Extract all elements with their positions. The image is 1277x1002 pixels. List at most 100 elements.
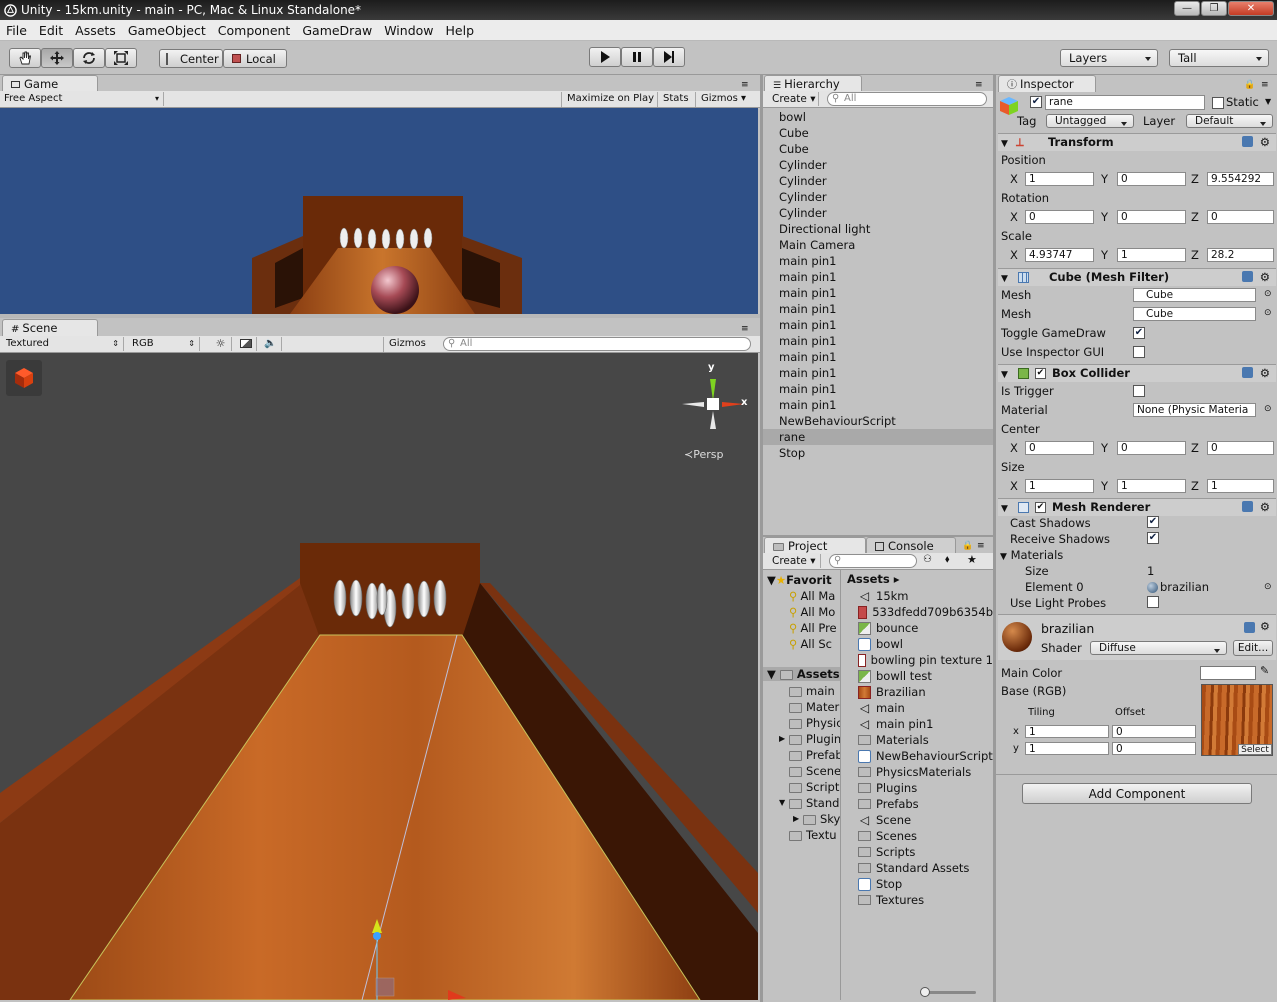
favorite-star-icon[interactable]: ★: [967, 553, 977, 566]
hierarchy-item[interactable]: main pin1: [763, 349, 993, 365]
minimize-button[interactable]: —: [1174, 1, 1200, 16]
box-collider-header[interactable]: ▼ ✔ Box Collider ⚙: [998, 364, 1276, 382]
icon-size-slider[interactable]: [922, 991, 976, 994]
folder-tree-item[interactable]: Textu: [763, 827, 840, 843]
asset-item[interactable]: Materials: [842, 732, 993, 748]
asset-item[interactable]: bowll test: [842, 668, 993, 684]
help-book-icon[interactable]: [1242, 136, 1253, 147]
gear-icon[interactable]: ⚙: [1260, 365, 1270, 382]
rotation-z-field[interactable]: 0: [1207, 210, 1274, 224]
gear-icon[interactable]: ⚙: [1260, 269, 1270, 286]
asset-item[interactable]: NewBehaviourScript: [842, 748, 993, 764]
projection-label[interactable]: ≺Persp: [684, 448, 723, 461]
tiling-y-field[interactable]: 1: [1025, 742, 1109, 755]
hierarchy-item[interactable]: Cylinder: [763, 173, 993, 189]
asset-item[interactable]: 533dfedd709b6354b: [842, 604, 993, 620]
rotate-tool-button[interactable]: [73, 48, 105, 68]
mesh-renderer-enabled-checkbox[interactable]: ✔: [1034, 502, 1046, 513]
expand-arrow-icon[interactable]: ▶: [779, 731, 785, 747]
favorite-item[interactable]: ⚲ All Mo: [789, 604, 837, 620]
scale-x-field[interactable]: 4.93747: [1025, 248, 1094, 262]
hierarchy-item[interactable]: main pin1: [763, 269, 993, 285]
asset-item[interactable]: bowl: [842, 636, 993, 652]
collider-material-field[interactable]: None (Physic Materia: [1133, 403, 1256, 417]
panel-menu-icon[interactable]: ≡: [1261, 80, 1269, 90]
toggle-gamedraw-checkbox[interactable]: ✔: [1133, 327, 1145, 339]
hierarchy-item[interactable]: Cube: [763, 125, 993, 141]
object-picker-icon[interactable]: ⊙: [1264, 582, 1272, 592]
hierarchy-item[interactable]: Main Camera: [763, 237, 993, 253]
hierarchy-item[interactable]: main pin1: [763, 317, 993, 333]
hierarchy-item[interactable]: NewBehaviourScript: [763, 413, 993, 429]
asset-item[interactable]: ◁ main pin1: [842, 716, 993, 732]
hierarchy-search-input[interactable]: ⚲ All: [827, 92, 987, 106]
expand-arrow-icon[interactable]: ▶: [793, 811, 799, 827]
menu-file[interactable]: File: [0, 23, 33, 38]
gameobject-active-checkbox[interactable]: ✔: [1030, 96, 1042, 108]
object-picker-icon[interactable]: ⊙: [1264, 308, 1272, 318]
pause-button[interactable]: [621, 47, 653, 67]
size-x-field[interactable]: 1: [1025, 479, 1094, 493]
lock-icon[interactable]: 🔒: [962, 541, 973, 551]
scene-camera-cube[interactable]: [6, 360, 42, 396]
hierarchy-item[interactable]: Directional light: [763, 221, 993, 237]
offset-x-field[interactable]: 0: [1112, 725, 1196, 738]
rotation-x-field[interactable]: 0: [1025, 210, 1094, 224]
use-inspector-gui-checkbox[interactable]: [1133, 346, 1145, 358]
gear-icon[interactable]: ⚙: [1260, 499, 1270, 516]
asset-item[interactable]: bowling pin texture 1: [842, 652, 993, 668]
eyedropper-icon[interactable]: ✎: [1260, 664, 1269, 677]
hierarchy-item[interactable]: main pin1: [763, 333, 993, 349]
project-search-input[interactable]: ⚲: [829, 554, 917, 568]
tab-inspector[interactable]: ⓘ Inspector: [998, 75, 1096, 93]
help-book-icon[interactable]: [1242, 501, 1253, 512]
folder-tree-item[interactable]: Scene: [763, 763, 840, 779]
scene-search-input[interactable]: ⚲ All: [443, 337, 751, 351]
texture-select-button[interactable]: Select: [1238, 744, 1272, 755]
help-book-icon[interactable]: [1244, 622, 1255, 633]
expand-arrow-icon[interactable]: ▼: [779, 795, 785, 811]
hierarchy-item[interactable]: main pin1: [763, 301, 993, 317]
center-x-field[interactable]: 0: [1025, 441, 1094, 455]
object-picker-icon[interactable]: ⊙: [1264, 404, 1272, 414]
play-button[interactable]: [589, 47, 621, 67]
position-y-field[interactable]: 0: [1117, 172, 1186, 186]
scene-audio-toggle[interactable]: 🔈: [260, 337, 282, 351]
favorites-header[interactable]: ▼★Favorit: [767, 573, 832, 587]
shader-edit-button[interactable]: Edit...: [1233, 640, 1273, 656]
static-dropdown-arrow-icon[interactable]: ▼: [1265, 97, 1271, 106]
element0-field[interactable]: brazilian: [1147, 580, 1209, 594]
materials-foldout[interactable]: ▼ Materials: [1000, 548, 1063, 562]
aspect-dropdown[interactable]: Free Aspect ▾: [4, 92, 164, 106]
add-component-button[interactable]: Add Component: [1022, 783, 1252, 804]
hierarchy-item[interactable]: rane: [763, 429, 993, 445]
maximize-button[interactable]: ❐: [1201, 1, 1227, 16]
render-mode-dropdown[interactable]: Textured ⇕: [6, 337, 124, 351]
folder-tree-item[interactable]: ▶ Sky: [763, 811, 840, 827]
hierarchy-item[interactable]: main pin1: [763, 381, 993, 397]
scene-viewport[interactable]: y x ≺Persp: [0, 353, 758, 1000]
pivot-local-button[interactable]: Local: [223, 49, 287, 68]
center-z-field[interactable]: 0: [1207, 441, 1274, 455]
scene-lighting-toggle[interactable]: ☼: [210, 337, 232, 351]
lock-icon[interactable]: 🔒: [1244, 80, 1255, 90]
hierarchy-item[interactable]: main pin1: [763, 365, 993, 381]
menu-assets[interactable]: Assets: [69, 23, 122, 38]
menu-help[interactable]: Help: [440, 23, 481, 38]
asset-item[interactable]: Scripts: [842, 844, 993, 860]
stats-button[interactable]: Stats: [657, 92, 694, 107]
asset-item[interactable]: ◁ 15km: [842, 588, 993, 604]
asset-item[interactable]: bounce: [842, 620, 993, 636]
folder-tree-item[interactable]: ▼ Stand: [763, 795, 840, 811]
static-checkbox[interactable]: [1212, 97, 1224, 109]
position-z-field[interactable]: 9.554292: [1207, 172, 1274, 186]
icon-size-slider-thumb[interactable]: [920, 987, 930, 997]
filter-label-icon[interactable]: ⬧: [945, 554, 950, 565]
panel-splitter[interactable]: [0, 314, 760, 318]
position-x-field[interactable]: 1: [1025, 172, 1094, 186]
asset-item[interactable]: Textures: [842, 892, 993, 908]
mesh-object-field[interactable]: Cube: [1133, 288, 1256, 302]
folder-tree-item[interactable]: ▶ Plugin: [763, 731, 840, 747]
orientation-gizmo[interactable]: [678, 371, 748, 451]
game-viewport[interactable]: [0, 108, 758, 314]
